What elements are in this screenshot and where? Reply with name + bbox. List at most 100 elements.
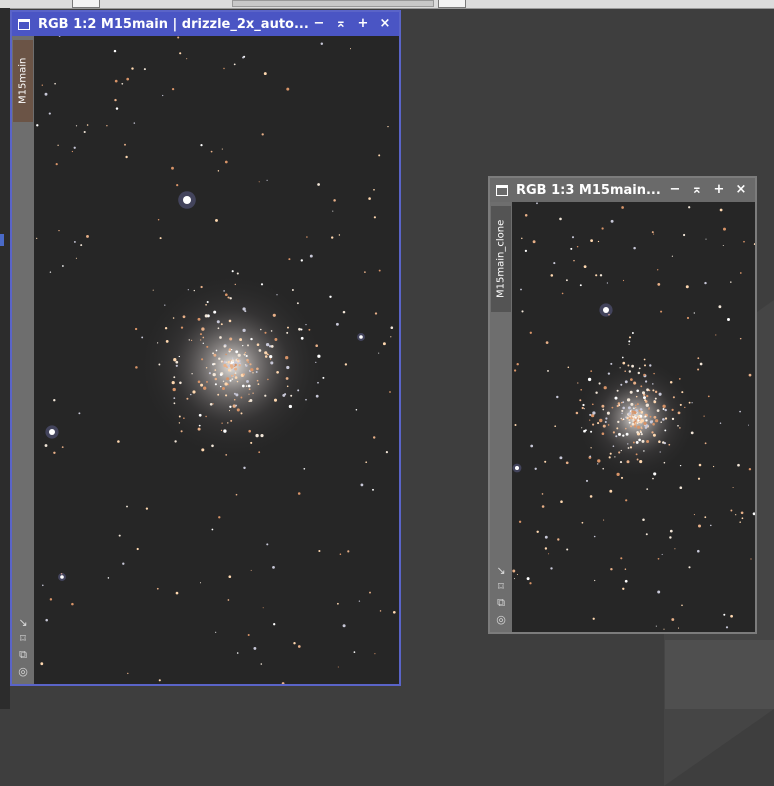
zoom-box-icon[interactable]: ⌑	[498, 580, 504, 593]
fit-view-icon[interactable]: ↘	[496, 564, 505, 577]
star	[621, 356, 624, 359]
star	[602, 424, 606, 428]
star	[286, 331, 289, 334]
close-button[interactable]: ×	[377, 16, 393, 32]
star	[641, 391, 646, 395]
star	[373, 188, 375, 191]
star	[242, 373, 245, 376]
star	[231, 357, 234, 359]
star	[234, 283, 236, 286]
star	[273, 623, 276, 626]
star	[214, 377, 218, 381]
star	[622, 418, 625, 420]
image-view[interactable]	[512, 202, 755, 632]
star	[272, 313, 276, 317]
star	[629, 390, 633, 394]
star	[636, 403, 639, 406]
view-tab[interactable]: M15main_clone	[491, 206, 511, 312]
star	[524, 214, 528, 217]
star	[723, 227, 726, 231]
star	[671, 408, 674, 412]
star	[202, 342, 204, 344]
close-button[interactable]: ×	[733, 182, 749, 198]
clone-icon[interactable]: ⧉	[19, 648, 27, 662]
star	[612, 445, 615, 447]
star	[164, 304, 166, 306]
star	[264, 394, 267, 397]
star	[206, 380, 208, 383]
target-icon[interactable]: ◎	[18, 665, 28, 678]
star	[209, 402, 213, 406]
star	[594, 579, 596, 582]
maximize-button[interactable]: +	[711, 182, 727, 198]
minimize-button[interactable]: −	[311, 16, 327, 32]
star	[306, 236, 308, 238]
star	[315, 344, 319, 348]
window-titlebar[interactable]: RGB 1:3 M15main... − ⌅ + ×	[490, 178, 755, 202]
zoom-box-icon[interactable]: ⌑	[20, 632, 26, 645]
star	[270, 361, 274, 365]
top-toolbar-strip	[0, 0, 774, 9]
star	[634, 422, 637, 424]
star	[224, 293, 228, 297]
star	[355, 409, 358, 411]
star	[193, 289, 195, 292]
star	[610, 567, 613, 571]
star	[609, 452, 612, 455]
star	[559, 456, 563, 460]
star	[747, 424, 750, 426]
star	[622, 401, 625, 404]
star	[269, 354, 273, 359]
shade-button[interactable]: ⌅	[333, 16, 349, 32]
star	[260, 434, 264, 438]
star	[657, 557, 660, 560]
minimize-button[interactable]: −	[667, 182, 683, 198]
star	[521, 237, 523, 240]
fit-view-icon[interactable]: ↘	[18, 616, 27, 629]
star	[281, 682, 285, 684]
view-tab[interactable]: M15main	[13, 40, 33, 122]
star	[718, 305, 722, 309]
star	[651, 231, 654, 234]
star	[715, 334, 717, 336]
star	[649, 420, 653, 424]
star	[643, 358, 646, 361]
star	[162, 94, 164, 97]
star	[378, 269, 381, 272]
image-window-main[interactable]: RGB 1:2 M15main | drizzle_2x_auto... − ⌅…	[10, 10, 401, 686]
toolbar-slider[interactable]	[232, 0, 434, 7]
shade-button[interactable]: ⌅	[689, 182, 705, 198]
toolbar-box[interactable]	[438, 0, 466, 8]
star	[141, 336, 144, 339]
target-icon[interactable]: ◎	[496, 613, 506, 626]
star	[227, 599, 230, 601]
star	[322, 376, 325, 379]
star	[532, 240, 536, 244]
star	[688, 206, 691, 209]
image-view[interactable]	[34, 36, 399, 684]
maximize-button[interactable]: +	[355, 16, 371, 32]
window-titlebar[interactable]: RGB 1:2 M15main | drizzle_2x_auto... − ⌅…	[12, 12, 399, 36]
star	[719, 208, 723, 212]
star	[710, 524, 712, 527]
star	[263, 72, 267, 76]
star	[624, 568, 627, 570]
clone-icon[interactable]: ⧉	[497, 596, 505, 610]
star	[219, 373, 223, 376]
star	[664, 417, 668, 420]
star	[215, 349, 218, 352]
star	[318, 549, 321, 553]
star	[645, 424, 649, 428]
star	[78, 412, 81, 415]
star	[620, 383, 623, 386]
star	[550, 567, 553, 570]
star	[305, 398, 307, 401]
star	[571, 236, 575, 239]
star	[597, 463, 599, 465]
star	[521, 310, 524, 313]
star	[45, 618, 48, 622]
star	[653, 400, 657, 404]
image-window-clone[interactable]: RGB 1:3 M15main... − ⌅ + × M15main_clone…	[488, 176, 757, 634]
star	[136, 547, 139, 551]
star	[627, 406, 631, 410]
